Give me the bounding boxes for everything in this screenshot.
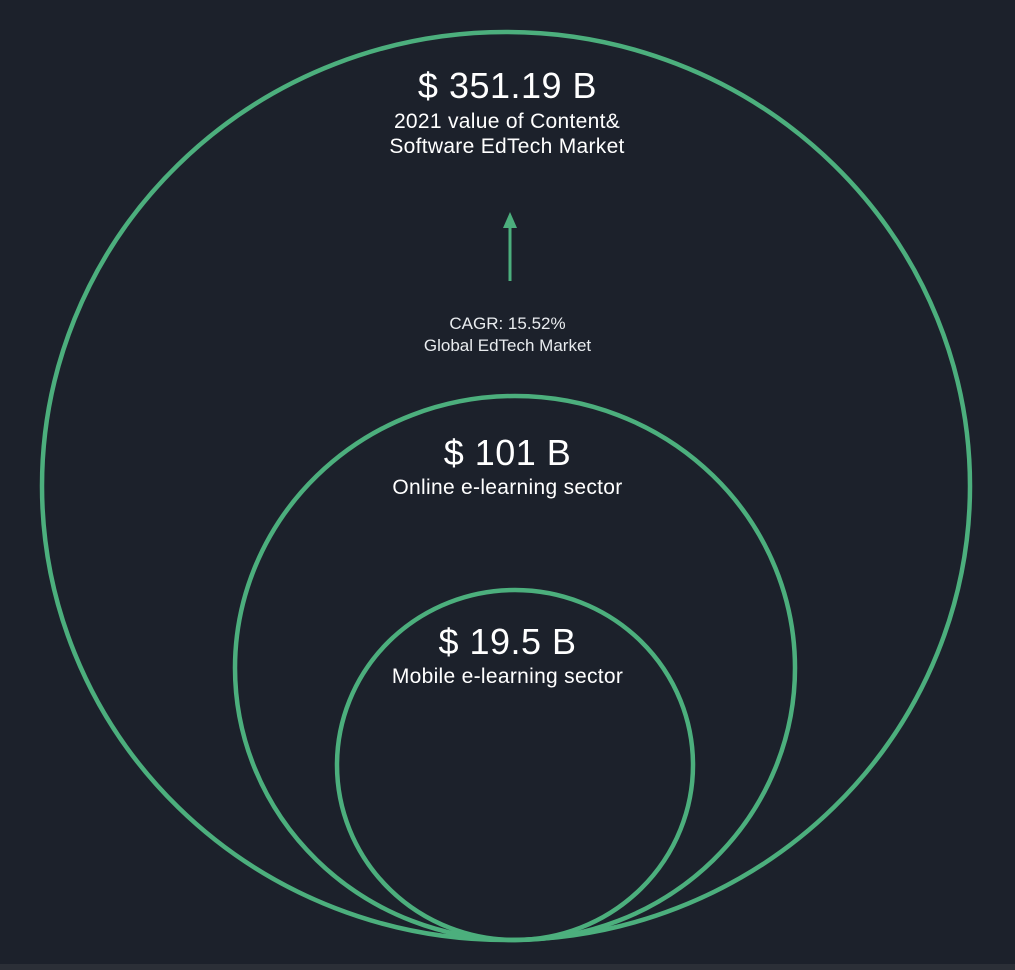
outer-value: $ 351.19 B xyxy=(417,65,598,106)
inner-value: $ 19.5 B xyxy=(438,621,577,662)
bottom-border xyxy=(0,964,1015,970)
middle-value: $ 101 B xyxy=(443,432,572,473)
nested-circles-diagram: $ 351.19 B 2021 value of Content& Softwa… xyxy=(0,0,1015,970)
middle-description: Online e-learning sector xyxy=(392,476,623,499)
cagr-market: Global EdTech Market xyxy=(423,336,592,355)
inner-description: Mobile e-learning sector xyxy=(391,665,624,688)
outer-description: 2021 value of Content& Software EdTech M… xyxy=(389,110,625,158)
up-arrow-icon xyxy=(503,212,517,281)
cagr-value: CAGR: 15.52% xyxy=(449,314,566,333)
